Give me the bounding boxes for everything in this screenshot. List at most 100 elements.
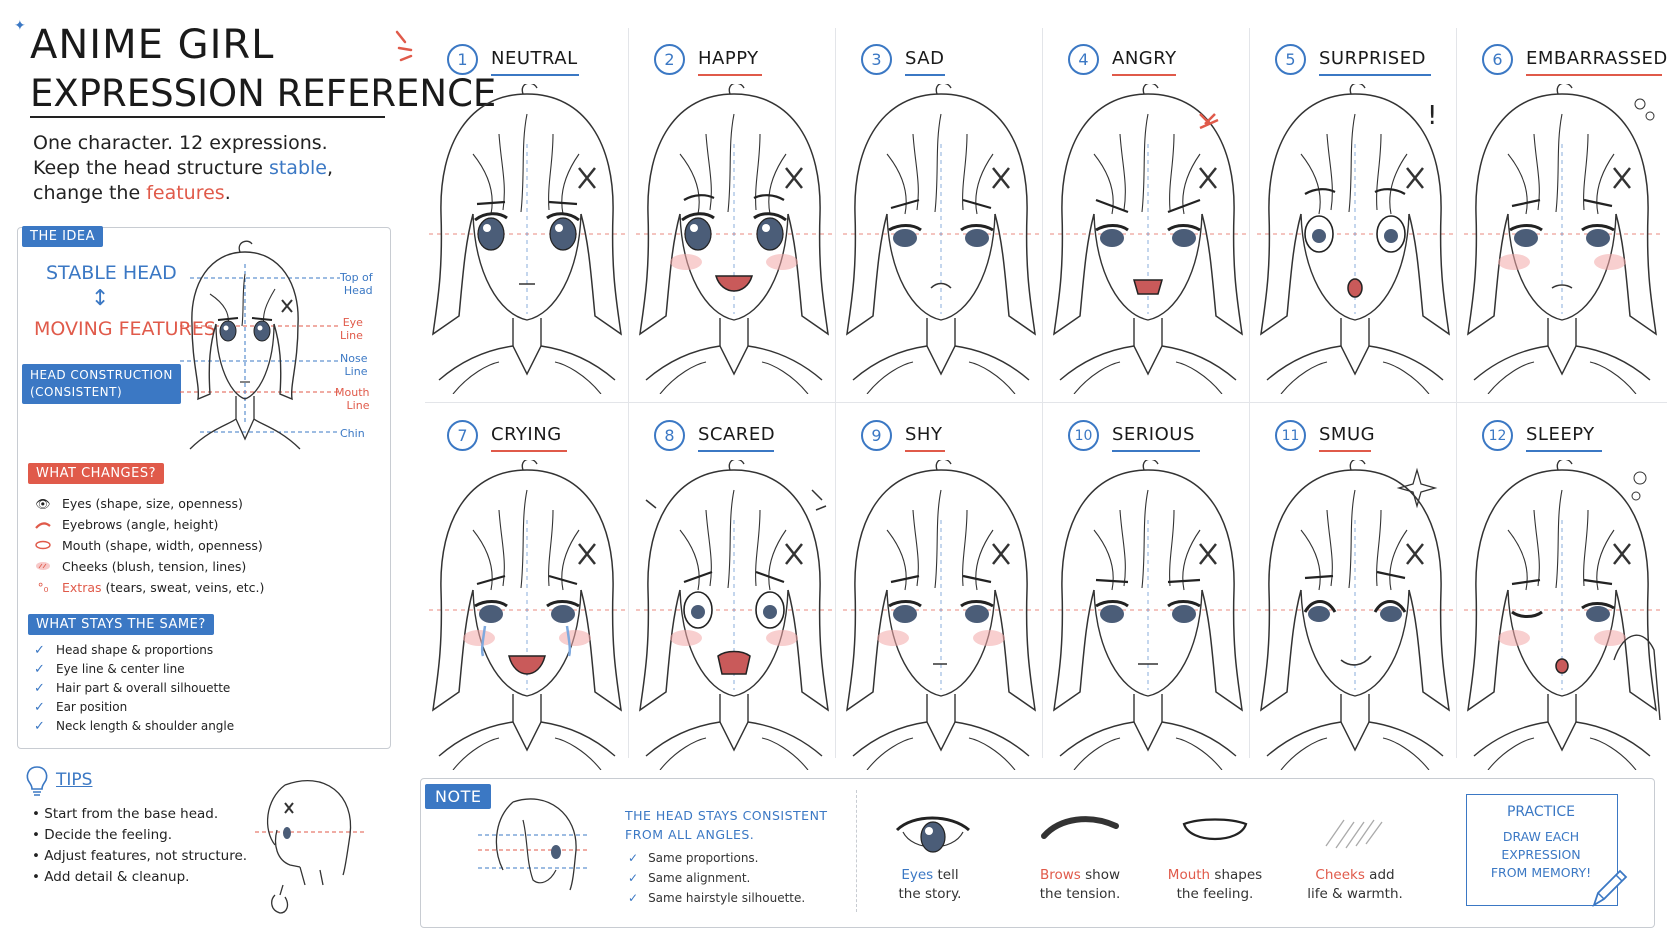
expression-number-badge: 8	[654, 420, 685, 451]
page-title-line2: EXPRESSION REFERENCE	[30, 72, 497, 115]
face-shy-illustration	[843, 460, 1041, 770]
drops-icon: °₀	[37, 580, 49, 595]
check-icon: ✓	[34, 719, 45, 734]
tips-heading: TIPS	[56, 770, 93, 790]
subtitle-line1: One character. 12 expressions.	[33, 132, 328, 154]
check-icon: ✓	[628, 891, 639, 905]
expression-label-scared: SCARED	[698, 424, 776, 445]
eye-icon: 👁	[35, 496, 51, 511]
expression-label-underline	[491, 74, 579, 76]
expression-label-surprised: SURPRISED	[1319, 48, 1426, 69]
expression-number-badge: 5	[1275, 44, 1306, 75]
page-title: ANIME GIRL	[30, 22, 275, 68]
list-item: ✓ Neck length & shoulder angle	[34, 719, 235, 734]
expression-label-underline	[1112, 450, 1200, 452]
feature-eyes-caption: Eyes tell the story.	[898, 867, 962, 902]
list-item: ✓ Hair part & overall silhouette	[34, 681, 231, 696]
face-surprised-illustration: !	[1257, 84, 1455, 394]
guide-nose-line-label: Nose Line	[340, 352, 368, 378]
cheek-hatch-icon	[1325, 819, 1383, 849]
check-icon: ✓	[34, 681, 45, 696]
expression-number-badge: 4	[1068, 44, 1099, 75]
title-underline	[30, 116, 385, 118]
face-serious-illustration	[1050, 460, 1248, 770]
list-item: Cheeks (blush, tension, lines)	[34, 559, 246, 574]
expression-number-badge: 2	[654, 44, 685, 75]
head-construction-tag: HEAD CONSTRUCTION (CONSISTENT)	[22, 364, 181, 404]
up-down-arrow-icon: ↕	[91, 286, 110, 311]
note-title-line2: FROM ALL ANGLES.	[625, 827, 755, 842]
expression-label-angry: ANGRY	[1112, 48, 1177, 69]
three-quarter-head-illustration	[478, 798, 588, 891]
expression-number-badge: 1	[447, 44, 478, 75]
check-icon: ✓	[34, 643, 45, 658]
stable-head-label: STABLE HEAD	[46, 262, 177, 284]
expression-label-sad: SAD	[905, 48, 945, 69]
check-icon: ✓	[628, 871, 639, 885]
pencil-icon	[1592, 869, 1628, 908]
grid-divider	[425, 402, 1667, 403]
list-item: • Add detail & cleanup.	[32, 869, 190, 885]
list-item: ✓ Same hairstyle silhouette.	[628, 891, 806, 905]
expression-label-underline	[491, 450, 567, 452]
what-stays-tag: WHAT STAYS THE SAME?	[28, 614, 214, 635]
expression-number-badge: 7	[447, 420, 478, 451]
face-scared-illustration	[636, 460, 834, 770]
profile-head-illustration	[255, 780, 365, 914]
expression-label-underline	[698, 450, 774, 452]
face-sleepy-illustration	[1464, 460, 1662, 770]
expression-label-underline	[1526, 74, 1662, 76]
list-item: ✓ Ear position	[34, 700, 128, 715]
list-item: ✓ Eye line & center line	[34, 662, 185, 677]
grid-divider	[628, 28, 629, 758]
guide-mouth-line-label: Mouth Line	[335, 386, 370, 412]
expression-number-badge: 9	[861, 420, 892, 451]
grid-divider	[1456, 28, 1457, 758]
list-item: 👁 Eyes (shape, size, openness)	[35, 496, 243, 511]
expression-number-badge: 12	[1482, 420, 1513, 451]
guide-chin-label: Chin	[340, 427, 365, 440]
what-changes-tag: WHAT CHANGES?	[28, 463, 164, 484]
check-icon: ✓	[34, 700, 45, 715]
face-embarrassed-illustration	[1464, 84, 1662, 394]
eyebrow-icon	[34, 518, 52, 532]
guide-eye-line-label: Eye Line	[340, 316, 363, 342]
expression-label-shy: SHY	[905, 424, 943, 445]
subtitle-line3: change the features.	[33, 182, 231, 204]
face-happy-illustration	[636, 84, 834, 394]
expression-label-underline	[905, 74, 945, 76]
face-sad-illustration	[843, 84, 1041, 394]
list-item: Eyebrows (angle, height)	[34, 517, 218, 532]
note-title-line1: THE HEAD STAYS CONSISTENT	[625, 808, 828, 823]
sparkle-icon: ✦	[14, 18, 26, 34]
practice-title: PRACTICE	[1506, 804, 1575, 820]
expression-label-underline	[1526, 450, 1602, 452]
feature-mouth-caption: Mouth shapes the feeling.	[1167, 867, 1263, 902]
guide-top-of-head-label: Top of Head	[340, 271, 373, 297]
grid-divider	[1042, 28, 1043, 758]
expression-label-crying: CRYING	[491, 424, 562, 445]
expression-label-happy: HAPPY	[698, 48, 759, 69]
expression-number-badge: 3	[861, 44, 892, 75]
emphasis-strokes-icon	[395, 30, 413, 62]
list-item: • Start from the base head.	[32, 806, 219, 822]
face-angry-illustration	[1050, 84, 1248, 394]
mouth-icon	[34, 539, 52, 553]
check-icon: ✓	[34, 662, 45, 677]
expression-number-badge: 11	[1275, 420, 1306, 451]
face-crying-illustration	[429, 460, 627, 770]
idea-tag: THE IDEA	[22, 226, 104, 247]
expression-label-serious: SERIOUS	[1112, 424, 1195, 445]
grid-divider	[1249, 28, 1250, 758]
expression-label-underline	[1319, 450, 1371, 452]
expression-label-underline	[698, 74, 762, 76]
mouth-detail-icon	[1182, 818, 1248, 841]
expression-label-underline	[1319, 74, 1431, 76]
feature-brows-caption: Brows show the tension.	[1039, 867, 1121, 902]
expression-label-underline	[1112, 74, 1176, 76]
subtitle-line2: Keep the head structure stable,	[33, 157, 334, 179]
list-item: ✓ Same proportions.	[628, 851, 759, 865]
expression-label-embarrassed: EMBARRASSED	[1526, 48, 1668, 69]
eye-detail-icon	[895, 816, 970, 853]
lightbulb-icon	[26, 766, 48, 796]
